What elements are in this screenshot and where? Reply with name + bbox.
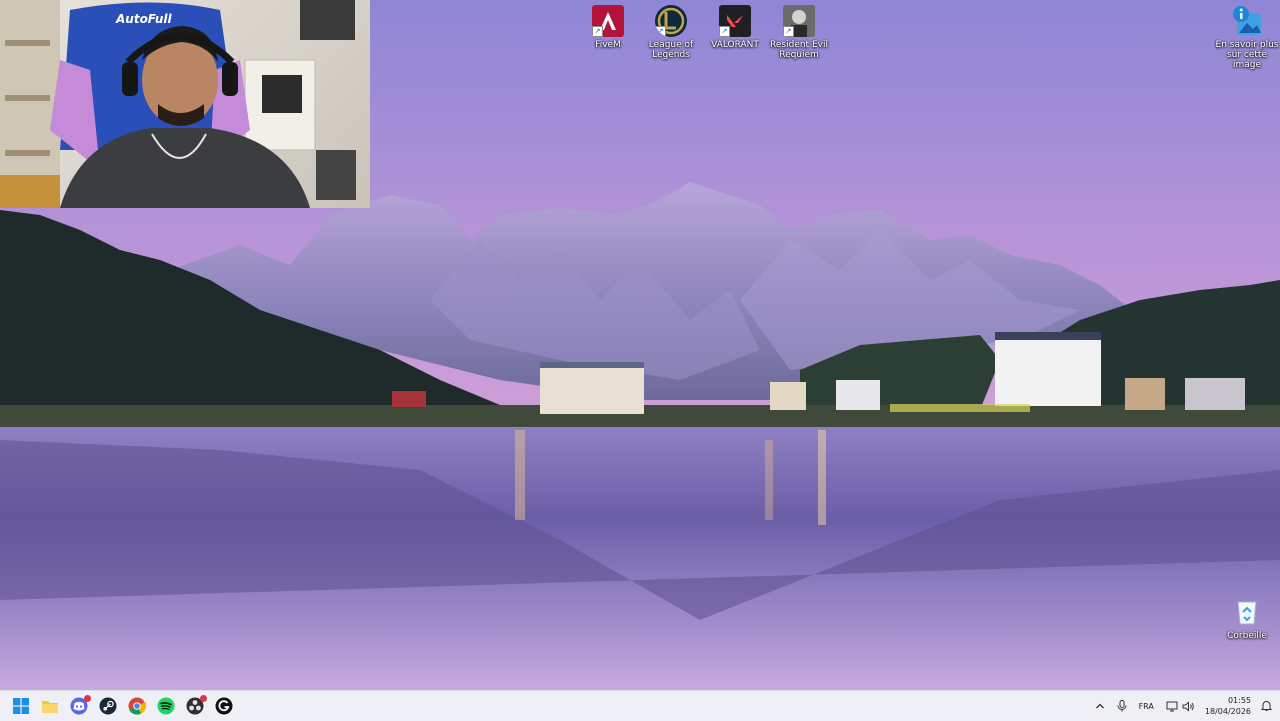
recycle-bin-icon xyxy=(1231,596,1263,628)
desktop-icon-fivem[interactable]: ↗ FiveM xyxy=(573,5,643,50)
microphone-icon xyxy=(1117,700,1127,712)
tray-clock[interactable]: 01:55 18/04/2026 xyxy=(1201,695,1259,717)
taskbar: FRA 01:55 18/04/2026 xyxy=(0,690,1280,721)
shortcut-arrow-icon: ↗ xyxy=(783,26,794,37)
tray-network[interactable] xyxy=(1160,691,1180,721)
taskbar-g-app[interactable] xyxy=(212,694,236,718)
tray-volume[interactable] xyxy=(1180,691,1201,721)
valorant-icon: ↗ xyxy=(719,5,751,37)
chevron-up-icon xyxy=(1095,703,1104,709)
desktop-icon-spotlight-info[interactable]: En savoir plus sur cette image xyxy=(1212,5,1280,70)
shortcut-arrow-icon: ↗ xyxy=(655,26,666,37)
spotify-icon xyxy=(157,697,175,715)
desktop-icon-label: League of Legends xyxy=(648,40,694,60)
language-code: FRA xyxy=(1138,701,1154,711)
desktop-icon-resident-evil-requiem[interactable]: ↗ Resident Evil Requiem xyxy=(764,5,834,60)
folder-icon xyxy=(42,701,58,713)
desktop-icon-label: FiveM xyxy=(595,40,621,50)
fivem-icon: ↗ xyxy=(592,5,624,37)
chair-brand-text: AutoFull xyxy=(116,12,172,26)
spotlight-info-icon xyxy=(1231,5,1263,37)
g-app-icon xyxy=(215,697,233,715)
webcam-overlay: AutoFull xyxy=(0,0,370,208)
desktop-icon-label: Resident Evil Requiem xyxy=(770,40,828,60)
system-tray: FRA 01:55 18/04/2026 xyxy=(1089,691,1280,721)
taskbar-discord[interactable] xyxy=(67,694,91,718)
clock-time: 01:55 xyxy=(1227,696,1251,705)
taskbar-file-explorer[interactable] xyxy=(38,694,62,718)
desktop-icon-valorant[interactable]: ↗ VALORANT xyxy=(700,5,770,50)
clock-date: 18/04/2026 xyxy=(1204,707,1251,716)
taskbar-steam[interactable] xyxy=(96,694,120,718)
desktop-icon-label: En savoir plus sur cette image xyxy=(1215,40,1279,70)
taskbar-obs[interactable] xyxy=(183,694,207,718)
tray-microphone[interactable] xyxy=(1111,691,1133,721)
desktop-icon-label: Corbeille xyxy=(1227,631,1267,641)
resident-evil-icon: ↗ xyxy=(783,5,815,37)
desktop-icon-league-of-legends[interactable]: ↗ League of Legends xyxy=(636,5,706,60)
chrome-icon xyxy=(128,697,146,715)
notification-bell-icon xyxy=(1261,701,1272,711)
tray-overflow-button[interactable] xyxy=(1089,691,1111,721)
desktop-icon-label: VALORANT xyxy=(711,40,759,50)
notification-center-button[interactable] xyxy=(1259,691,1280,721)
network-icon xyxy=(1166,701,1178,711)
desktop-icon-recycle-bin[interactable]: Corbeille xyxy=(1212,596,1280,641)
speaker-icon xyxy=(1182,700,1194,712)
recording-indicator xyxy=(200,695,207,702)
start-button[interactable] xyxy=(9,694,33,718)
tray-language-indicator[interactable]: FRA xyxy=(1133,691,1160,721)
windows-logo-icon xyxy=(13,698,29,714)
taskbar-spotify[interactable] xyxy=(154,694,178,718)
league-of-legends-icon: ↗ xyxy=(655,5,687,37)
shortcut-arrow-icon: ↗ xyxy=(592,26,603,37)
steam-icon xyxy=(99,697,117,715)
taskbar-chrome[interactable] xyxy=(125,694,149,718)
discord-notification-badge xyxy=(84,695,91,702)
shortcut-arrow-icon: ↗ xyxy=(719,26,730,37)
